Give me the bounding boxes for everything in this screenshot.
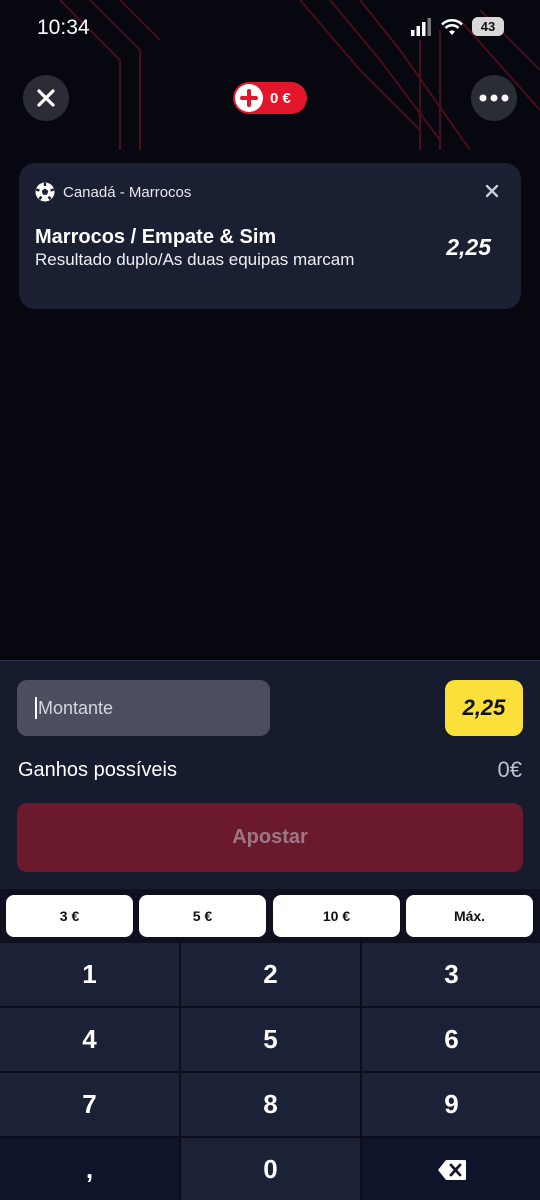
numeric-keypad: 1 2 3 4 5 6 7 8 9 , 0 <box>0 943 540 1200</box>
plus-icon <box>235 84 263 112</box>
key-7[interactable]: 7 <box>0 1073 179 1136</box>
amount-placeholder: Montante <box>38 697 114 718</box>
key-4[interactable]: 4 <box>0 1008 179 1071</box>
amount-input[interactable]: Montante <box>17 680 270 736</box>
selection-odds: 2,25 <box>446 234 491 260</box>
market-name: Resultado duplo/As duas equipas marcam <box>35 250 355 269</box>
text-caret <box>35 697 37 719</box>
key-6[interactable]: 6 <box>362 1008 540 1071</box>
place-bet-button[interactable]: Apostar <box>17 803 523 872</box>
more-icon <box>479 94 509 102</box>
more-options-button[interactable] <box>471 75 517 121</box>
bet-selection-card: Canadá - Marrocos Marrocos / Empate & Si… <box>19 163 521 309</box>
remove-selection-button[interactable] <box>485 184 499 203</box>
status-icons: 43 <box>410 17 504 36</box>
bet-slip-panel: Montante 2,25 Ganhos possíveis 0€ Aposta… <box>0 660 540 1200</box>
key-0[interactable]: 0 <box>181 1138 360 1200</box>
quick-amount-row: 3 € 5 € 10 € Máx. <box>0 889 540 943</box>
key-decimal-comma[interactable]: , <box>0 1138 179 1200</box>
balance-deposit-button[interactable]: 0 € <box>233 82 307 114</box>
match-row: Canadá - Marrocos <box>35 182 191 202</box>
key-8[interactable]: 8 <box>181 1073 360 1136</box>
key-2[interactable]: 2 <box>181 943 360 1006</box>
balance-amount: 0 € <box>270 89 291 107</box>
key-9[interactable]: 9 <box>362 1073 540 1136</box>
close-icon <box>37 89 55 107</box>
quick-amount-max-button[interactable]: Máx. <box>406 895 533 937</box>
wifi-icon <box>441 18 463 35</box>
selection-name: Marrocos / Empate & Sim <box>35 226 277 248</box>
key-3[interactable]: 3 <box>362 943 540 1006</box>
signal-icon <box>411 17 431 36</box>
key-5[interactable]: 5 <box>181 1008 360 1071</box>
close-button[interactable] <box>23 75 69 121</box>
soccer-ball-icon <box>35 182 55 202</box>
key-1[interactable]: 1 <box>0 943 179 1006</box>
possible-winnings-value: 0€ <box>497 757 522 782</box>
backspace-key[interactable] <box>362 1138 540 1200</box>
possible-winnings-label: Ganhos possíveis <box>18 759 177 781</box>
total-odds-badge: 2,25 <box>445 680 523 736</box>
quick-amount-3-button[interactable]: 3 € <box>6 895 133 937</box>
quick-amount-10-button[interactable]: 10 € <box>273 895 400 937</box>
quick-amount-5-button[interactable]: 5 € <box>139 895 266 937</box>
battery-icon: 43 <box>472 17 504 36</box>
close-icon <box>485 184 499 198</box>
backspace-icon <box>437 1159 466 1180</box>
status-bar: 10:34 43 <box>0 0 540 56</box>
status-time: 10:34 <box>37 16 90 39</box>
match-name: Canadá - Marrocos <box>63 183 192 201</box>
